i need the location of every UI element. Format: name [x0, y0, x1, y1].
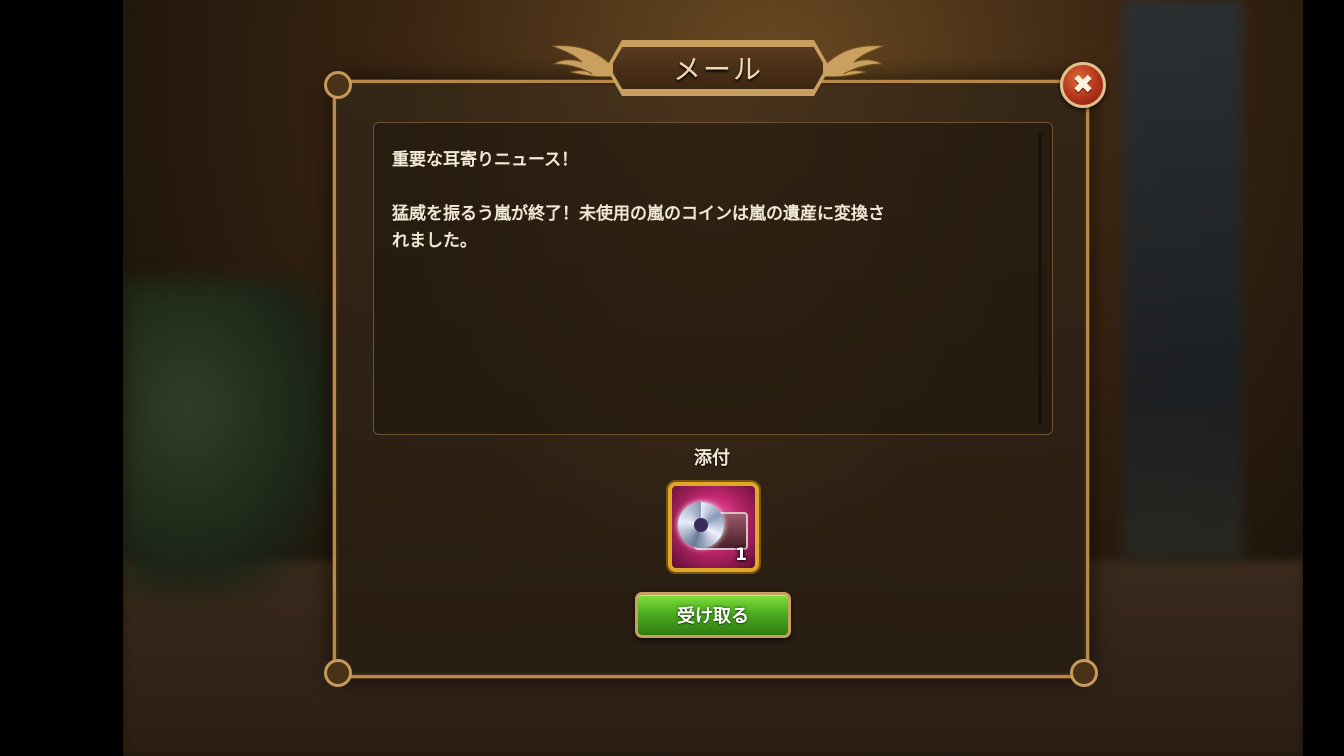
- frame-corner-ornament: [324, 659, 352, 687]
- storm-swirl-core: [694, 518, 708, 532]
- background-foliage: [123, 280, 343, 600]
- message-heading: 重要な耳寄りニュース！: [392, 150, 579, 170]
- message-body-line: れました。: [392, 231, 477, 251]
- item-count: 1: [735, 545, 747, 565]
- frame-corner-ornament: [1070, 659, 1098, 687]
- frame-corner-ornament: [324, 71, 352, 99]
- close-button[interactable]: ✖: [1060, 62, 1106, 108]
- attachment-label: 添付: [694, 448, 730, 469]
- wing-ornament-icon: [551, 45, 617, 78]
- receive-button-label: 受け取る: [677, 606, 749, 627]
- wing-ornament-icon: [819, 45, 885, 78]
- receive-button[interactable]: 受け取る: [635, 592, 791, 638]
- attachment-item[interactable]: 1: [668, 482, 759, 572]
- dialog-title: メール: [672, 53, 763, 86]
- message-box[interactable]: 重要な耳寄りニュース！ 猛威を振るう嵐が終了！未使用の嵐のコインは嵐の遺産に変換…: [373, 122, 1053, 435]
- title-plate: メール: [610, 44, 826, 92]
- message-scrollbar[interactable]: [1038, 133, 1042, 425]
- message-body-line: 猛威を振るう嵐が終了！未使用の嵐のコインは嵐の遺産に変換さ: [392, 204, 885, 224]
- background-tower: [1123, 0, 1243, 560]
- close-icon: ✖: [1072, 70, 1094, 100]
- title-banner: メール: [548, 38, 888, 100]
